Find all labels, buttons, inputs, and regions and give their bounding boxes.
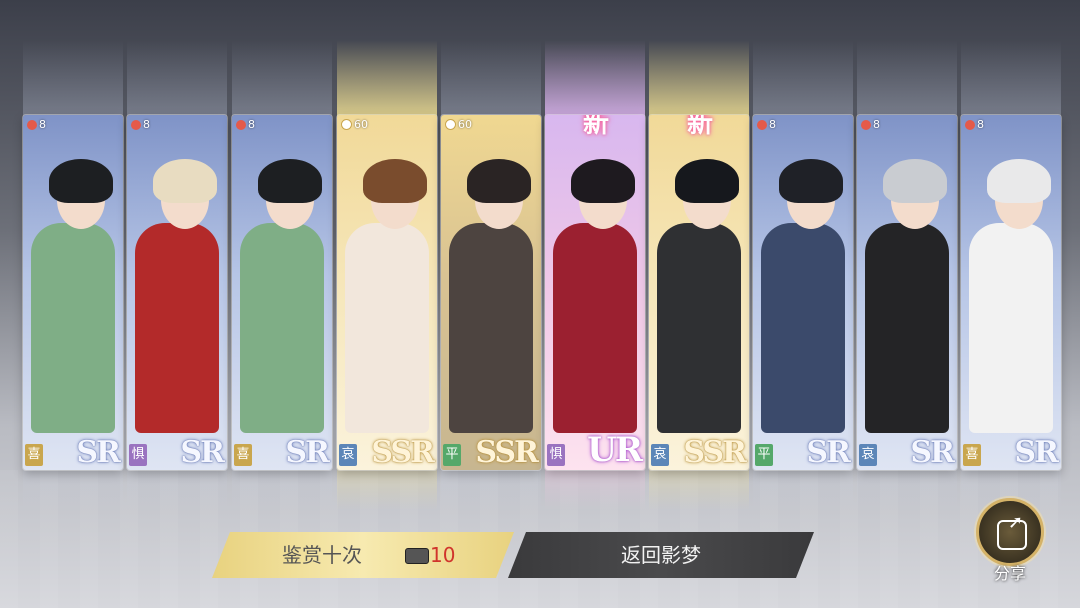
mood-tag: 平 — [755, 444, 773, 466]
mood-tag: 惧 — [547, 444, 565, 466]
character-body — [135, 223, 219, 433]
rarity-label: SSR — [371, 435, 435, 470]
character-art — [657, 153, 741, 433]
rarity-label: SSR — [683, 435, 747, 470]
character-body — [345, 223, 429, 433]
mood-tag: 平 — [443, 444, 461, 466]
character-card[interactable]: 8 平 SR — [753, 115, 853, 470]
heart-gem-icon — [236, 119, 246, 130]
rarity-label: SR — [76, 435, 121, 470]
card-cost: 8 — [27, 118, 46, 131]
rarity-label: SR — [180, 435, 225, 470]
character-body — [31, 223, 115, 433]
heart-gem-icon — [27, 119, 37, 130]
card-cost: 60 — [445, 118, 472, 131]
rarity-label: SR — [1014, 435, 1059, 470]
heart-gem-icon — [861, 119, 871, 130]
character-hair — [987, 159, 1051, 203]
return-label: 返回影梦 — [621, 543, 701, 567]
mood-tag: 哀 — [339, 444, 357, 466]
card-cost-value: 8 — [39, 118, 46, 131]
appraise-ten-button[interactable]: 鉴赏十次 10 — [212, 532, 514, 578]
character-body — [240, 223, 324, 433]
character-art — [240, 153, 324, 433]
card-cost-value: 8 — [873, 118, 880, 131]
mood-tag: 哀 — [859, 444, 877, 466]
character-card[interactable]: 8 哀 SR — [857, 115, 957, 470]
character-hair — [258, 159, 322, 203]
new-badge: 新 — [687, 115, 714, 139]
character-card[interactable]: 8 喜 SR — [961, 115, 1061, 470]
character-card[interactable]: 新惧 UR — [545, 115, 645, 470]
character-hair — [883, 159, 947, 203]
card-cost-value: 60 — [458, 118, 472, 131]
character-hair — [779, 159, 843, 203]
mood-tag: 喜 — [234, 444, 252, 466]
rarity-label: UR — [587, 430, 643, 470]
share-label: 分享 — [993, 564, 1026, 583]
character-hair — [675, 159, 739, 203]
character-card[interactable]: 8 惧 SR — [127, 115, 227, 470]
card-cost-value: 8 — [248, 118, 255, 131]
character-body — [657, 223, 741, 433]
rarity-label: SR — [285, 435, 330, 470]
card-cost: 8 — [236, 118, 255, 131]
card-cost-value: 8 — [977, 118, 984, 131]
mood-tag: 哀 — [651, 444, 669, 466]
card-cost: 8 — [861, 118, 880, 131]
character-art — [553, 153, 637, 433]
character-art — [31, 153, 115, 433]
character-body — [449, 223, 533, 433]
rarity-label: SR — [910, 435, 955, 470]
heart-gem-icon — [965, 119, 975, 130]
rarity-label: SR — [806, 435, 851, 470]
character-hair — [467, 159, 531, 203]
card-cost: 60 — [341, 118, 368, 131]
character-body — [761, 223, 845, 433]
gacha-result-screen: 8 喜 SR 8 惧 SR 8 喜 SR 60 哀 SSR 60 平 SSR 新惧 UR 新哀 SSR 8 平 SR 8 哀 S… — [0, 0, 1080, 608]
character-art — [761, 153, 845, 433]
heart-gem-icon — [131, 119, 141, 130]
card-cost-value: 8 — [769, 118, 776, 131]
character-hair — [571, 159, 635, 203]
character-body — [553, 223, 637, 433]
share-arrow-icon: ➚ — [1008, 512, 1024, 533]
new-badge: 新 — [583, 115, 610, 139]
character-card[interactable]: 60 哀 SSR — [337, 115, 437, 470]
appraise-cost: 10 — [430, 543, 456, 567]
character-body — [969, 223, 1053, 433]
card-cost-value: 8 — [143, 118, 150, 131]
character-card[interactable]: 8 喜 SR — [232, 115, 332, 470]
card-cost: 8 — [965, 118, 984, 131]
appraise-ten-label: 鉴赏十次 — [282, 543, 362, 567]
card-cost-value: 60 — [354, 118, 368, 131]
character-hair — [153, 159, 217, 203]
star-gem-icon — [341, 119, 352, 130]
character-hair — [363, 159, 427, 203]
character-body — [865, 223, 949, 433]
share-button[interactable]: ➚ 分享 — [975, 498, 1045, 588]
character-art — [345, 153, 429, 433]
return-button[interactable]: 返回影梦 — [508, 532, 814, 578]
character-art — [449, 153, 533, 433]
rarity-label: SSR — [475, 435, 539, 470]
ticket-icon — [405, 548, 429, 564]
character-card[interactable]: 60 平 SSR — [441, 115, 541, 470]
character-art — [865, 153, 949, 433]
mood-tag: 喜 — [963, 444, 981, 466]
heart-gem-icon — [757, 119, 767, 130]
star-gem-icon — [445, 119, 456, 130]
character-hair — [49, 159, 113, 203]
card-cost: 8 — [131, 118, 150, 131]
character-art — [969, 153, 1053, 433]
character-card[interactable]: 新哀 SSR — [649, 115, 749, 470]
character-art — [135, 153, 219, 433]
mood-tag: 惧 — [129, 444, 147, 466]
card-cost: 8 — [757, 118, 776, 131]
character-card[interactable]: 8 喜 SR — [23, 115, 123, 470]
mood-tag: 喜 — [25, 444, 43, 466]
